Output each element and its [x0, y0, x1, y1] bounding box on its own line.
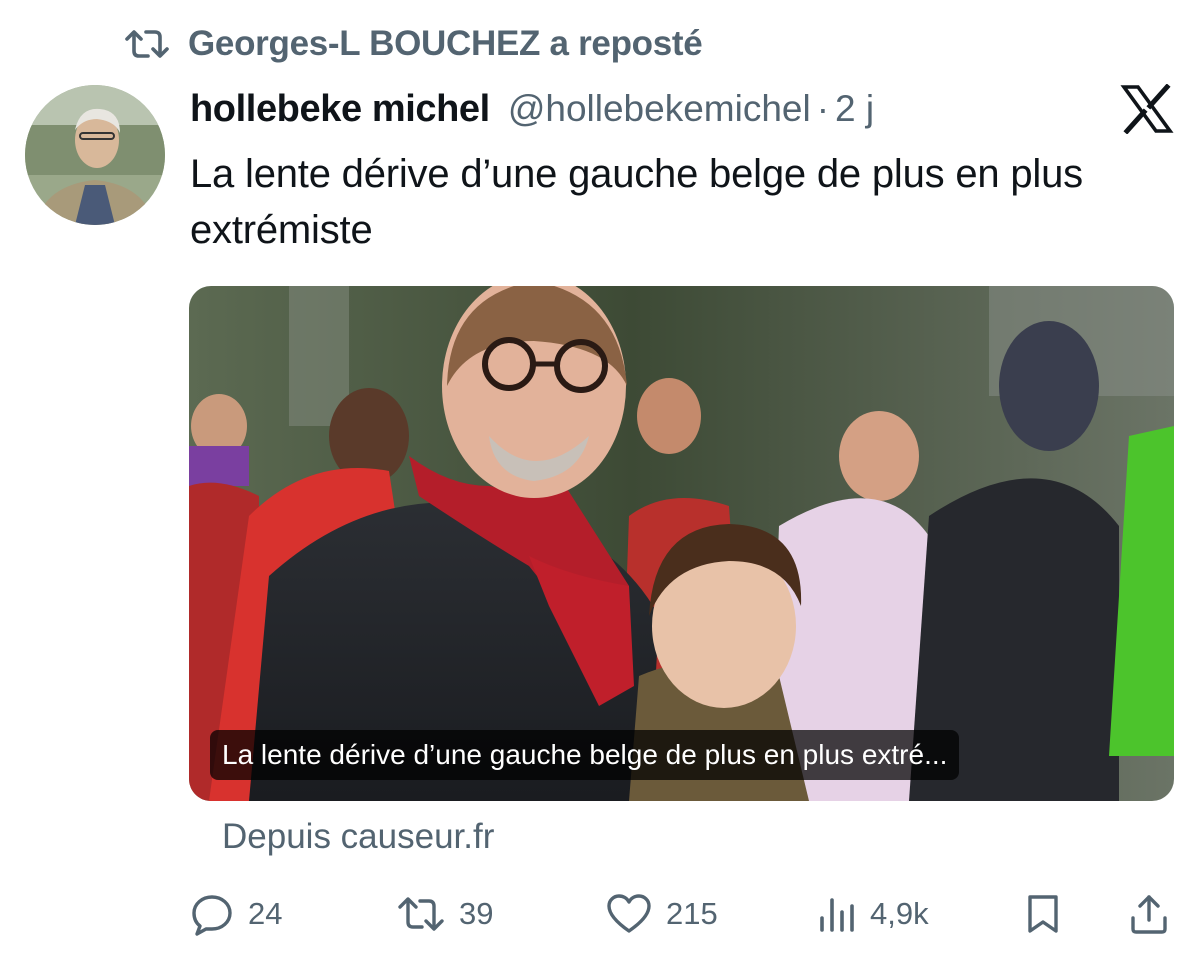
- views-icon: [818, 894, 856, 934]
- repost-action-icon: [397, 894, 445, 934]
- repost-count: 39: [459, 896, 494, 931]
- author-avatar[interactable]: [25, 85, 165, 225]
- post-time[interactable]: 2 j: [835, 88, 874, 130]
- link-card-image[interactable]: La lente dérive d’une gauche belge de pl…: [189, 286, 1174, 801]
- bookmark-button[interactable]: [1025, 886, 1061, 942]
- repost-header[interactable]: Georges-L BOUCHEZ a reposté: [124, 22, 703, 66]
- repost-button[interactable]: 39: [397, 886, 493, 942]
- share-button[interactable]: [1128, 886, 1170, 942]
- repost-icon: [124, 27, 170, 61]
- heart-icon: [606, 893, 652, 935]
- post-actions: 24 39 215 4,9k: [0, 886, 1199, 942]
- post-text: La lente dérive d’une gauche belge de pl…: [190, 152, 1083, 252]
- author-handle[interactable]: @hollebekemichel: [508, 88, 811, 130]
- separator-dot: ·: [816, 88, 830, 129]
- link-card-caption: La lente dérive d’une gauche belge de pl…: [210, 730, 960, 780]
- share-icon: [1128, 893, 1170, 935]
- bookmark-icon: [1025, 893, 1061, 935]
- views-count: 4,9k: [870, 896, 929, 931]
- post-header: hollebeke michel @hollebekemichel · 2 j: [190, 84, 874, 134]
- reply-icon: [190, 892, 234, 936]
- like-button[interactable]: 215: [606, 886, 718, 942]
- reply-button[interactable]: 24: [190, 886, 282, 942]
- reply-count: 24: [248, 896, 283, 931]
- views-button[interactable]: 4,9k: [818, 886, 929, 942]
- link-card-source[interactable]: Depuis causeur.fr: [222, 817, 494, 857]
- like-count: 215: [666, 896, 718, 931]
- repost-label: Georges-L BOUCHEZ a reposté: [188, 24, 703, 63]
- author-name[interactable]: hollebeke michel: [190, 88, 490, 131]
- x-logo-icon: [1120, 83, 1174, 135]
